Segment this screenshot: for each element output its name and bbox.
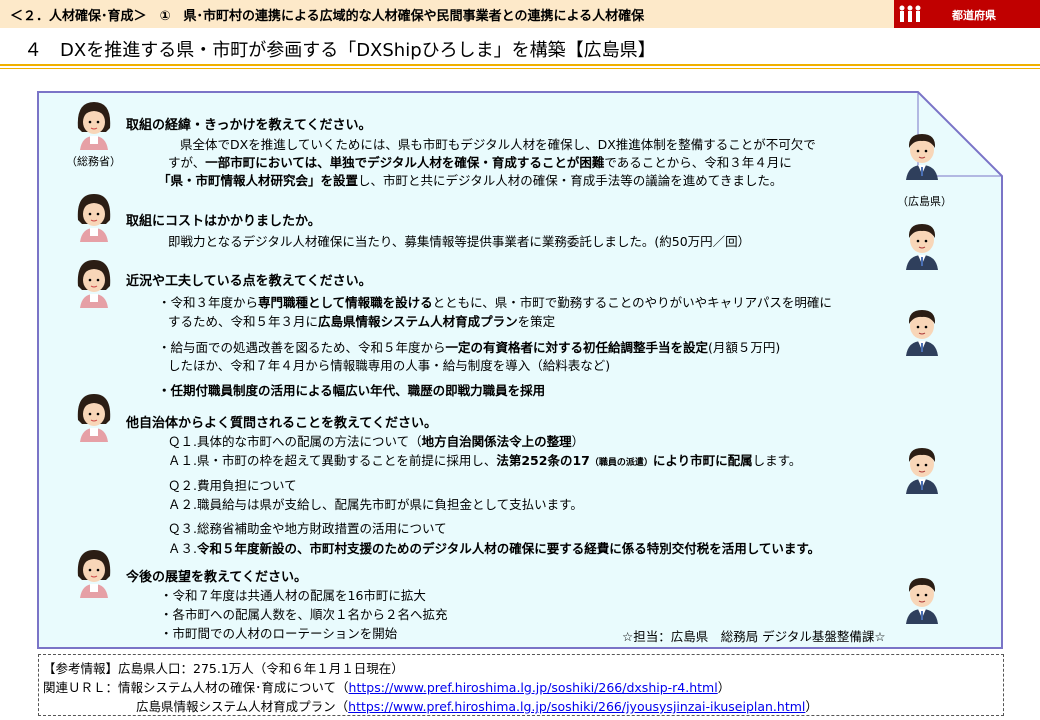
question-2: 取組にコストはかかりましたか。 — [126, 214, 321, 229]
faq-q2: Ｑ２.費用負担について — [168, 478, 297, 493]
faq-a2: Ａ２.職員給与は県が支給し、配属先市町が県に負担金として支払います。 — [168, 497, 583, 512]
question-4: 他自治体からよく質問されることを教えてください。 — [126, 416, 437, 431]
divider — [0, 68, 1040, 69]
prefecture-badge: 都道府県 — [894, 0, 1040, 28]
faq-q1: Ｑ１.具体的な市町への配属の方法について（地方自治関係法令上の整理） — [168, 434, 585, 449]
caption-ministry: （総務省） — [66, 155, 121, 168]
answer-1-line-2: すが、一部市町においては、単独でデジタル人材を確保・育成することが困難であること… — [168, 155, 792, 170]
question-5: 今後の展望を教えてください。 — [126, 570, 307, 585]
interviewer-avatar-icon — [77, 194, 111, 242]
question-3: 近況や工夫している点を教えてください。 — [126, 274, 372, 289]
contact-note: ☆担当：広島県 総務局 デジタル基盤整備課☆ — [622, 629, 886, 644]
page-title: ４ DXを推進する県・市町が参画する「DXShipひろしま」を構築【広島県】 — [24, 40, 656, 61]
answer-3-bullet-3: ・任期付職員制度の活用による幅広い年代、職歴の即戦力職員を採用 — [158, 383, 546, 398]
related-link-2[interactable]: https://www.pref.hiroshima.lg.jp/soshiki… — [348, 699, 805, 714]
answer-5-bullet-3: ・市町間での人材のローテーションを開始 — [160, 626, 398, 641]
answer-3-bullet-1: ・令和３年度から専門職種として情報職を設けるとともに、県・市町で勤務することのや… — [158, 295, 832, 310]
related-url-line-2: 広島県情報システム人材育成プラン（https://www.pref.hirosh… — [136, 699, 818, 714]
faq-q3: Ｑ３.総務省補助金や地方財政措置の活用について — [168, 521, 447, 536]
related-url-line-1: 関連ＵＲＬ：情報システム人材の確保･育成について（https://www.pre… — [43, 680, 731, 695]
question-1: 取組の経緯・きっかけを教えてください。 — [126, 118, 372, 133]
respondent-avatar-icon — [906, 578, 938, 624]
interviewer-avatar-icon — [77, 550, 111, 598]
divider — [0, 64, 1040, 66]
respondent-avatar-icon — [906, 134, 938, 180]
faq-a1: Ａ１.県・市町の枠を超えて異動することを前提に採用し、法第252条の17（職員の… — [168, 453, 802, 468]
people-icon — [899, 5, 921, 22]
page-header-title: ＜２．人材確保･育成＞ ① 県･市町村の連携による広域的な人材確保や民間事業者と… — [10, 9, 645, 24]
related-link-1[interactable]: https://www.pref.hiroshima.lg.jp/soshiki… — [349, 680, 718, 695]
population-line: 【参考情報】広島県人口：275.1万人（令和６年１月１日現在） — [43, 661, 404, 676]
interviewer-avatar-icon — [77, 394, 111, 442]
faq-a3: Ａ３.令和５年度新設の、市町村支援のためのデジタル人材の確保に要する経費に係る特… — [168, 541, 821, 556]
respondent-avatar-icon — [906, 224, 938, 270]
answer-1-line-1: 県全体でDXを推進していくためには、県も市町もデジタル人材を確保し、DX推進体制… — [180, 137, 816, 152]
prefecture-badge-label: 都道府県 — [952, 9, 996, 22]
respondent-avatar-icon — [906, 310, 938, 356]
caption-prefecture: （広島県） — [897, 195, 952, 208]
interviewer-avatar-icon — [77, 260, 111, 308]
answer-2-line-1: 即戦力となるデジタル人材確保に当たり、募集情報等提供事業者に業務委託しました。(… — [168, 234, 751, 249]
answer-3-bullet-2-cont: したほか、令和７年４月から情報職専用の人事・給与制度を導入（給料表など) — [168, 358, 611, 373]
answer-3-bullet-2: ・給与面での処遇改善を図るため、令和５年度から一定の有資格者に対する初任給調整手… — [158, 340, 781, 355]
respondent-avatar-icon — [906, 448, 938, 494]
header-bar: ＜２．人材確保･育成＞ ① 県･市町村の連携による広域的な人材確保や民間事業者と… — [0, 0, 1040, 28]
answer-3-bullet-1-cont: するため、令和５年３月に広島県情報システム人材育成プランを策定 — [168, 314, 556, 329]
reference-info-box: 【参考情報】広島県人口：275.1万人（令和６年１月１日現在） 関連ＵＲＬ：情報… — [38, 654, 1004, 716]
answer-5-bullet-2: ・各市町への配属人数を、順次１名から２名へ拡充 — [160, 607, 448, 622]
interviewer-avatar-icon — [77, 102, 111, 150]
answer-5-bullet-1: ・令和７年度は共通人材の配属を16市町に拡大 — [160, 588, 426, 603]
answer-1-line-3: 「県・市町情報人材研究会」を設置し、市町と共にデジタル人材の確保・育成手法等の議… — [158, 173, 783, 188]
